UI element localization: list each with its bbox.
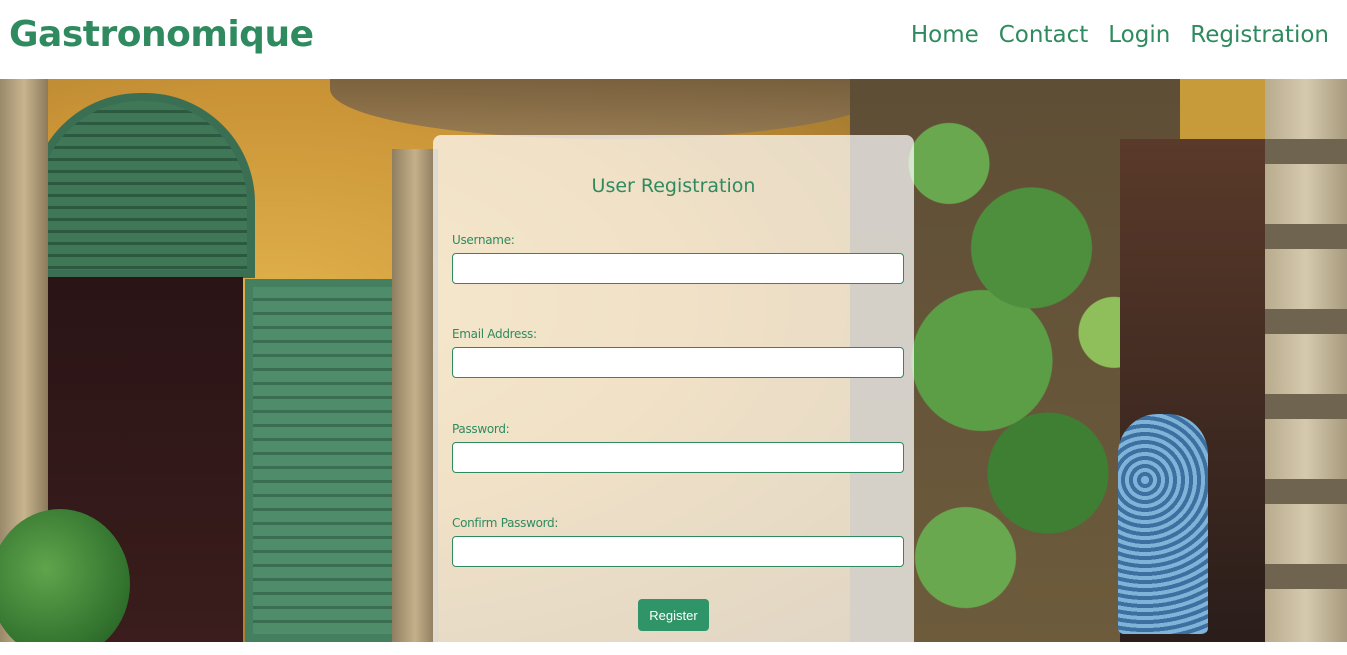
- confirm-password-label: Confirm Password:: [452, 516, 559, 530]
- site-header: Gastronomique Home Contact Login Registr…: [0, 0, 1347, 79]
- nav-home[interactable]: Home: [911, 22, 979, 48]
- registration-card: User Registration Username: Email Addres…: [433, 135, 914, 655]
- email-input[interactable]: [452, 347, 904, 378]
- nav-login[interactable]: Login: [1108, 22, 1170, 48]
- brand-logo[interactable]: Gastronomique: [9, 14, 314, 55]
- register-button[interactable]: Register: [638, 599, 709, 631]
- shirt-on-mannequin: [1118, 414, 1208, 634]
- password-input[interactable]: [452, 442, 904, 473]
- email-label: Email Address:: [452, 327, 537, 341]
- nav-registration[interactable]: Registration: [1190, 22, 1329, 48]
- right-pillar: [1265, 79, 1347, 642]
- username-label: Username:: [452, 233, 515, 247]
- form-title: User Registration: [591, 175, 756, 197]
- main-nav: Home Contact Login Registration: [911, 22, 1329, 48]
- password-label: Password:: [452, 422, 510, 436]
- door-shutter: [245, 279, 405, 642]
- username-input[interactable]: [452, 253, 904, 284]
- middle-pillar: [392, 149, 438, 642]
- nav-contact[interactable]: Contact: [999, 22, 1088, 48]
- confirm-password-input[interactable]: [452, 536, 904, 567]
